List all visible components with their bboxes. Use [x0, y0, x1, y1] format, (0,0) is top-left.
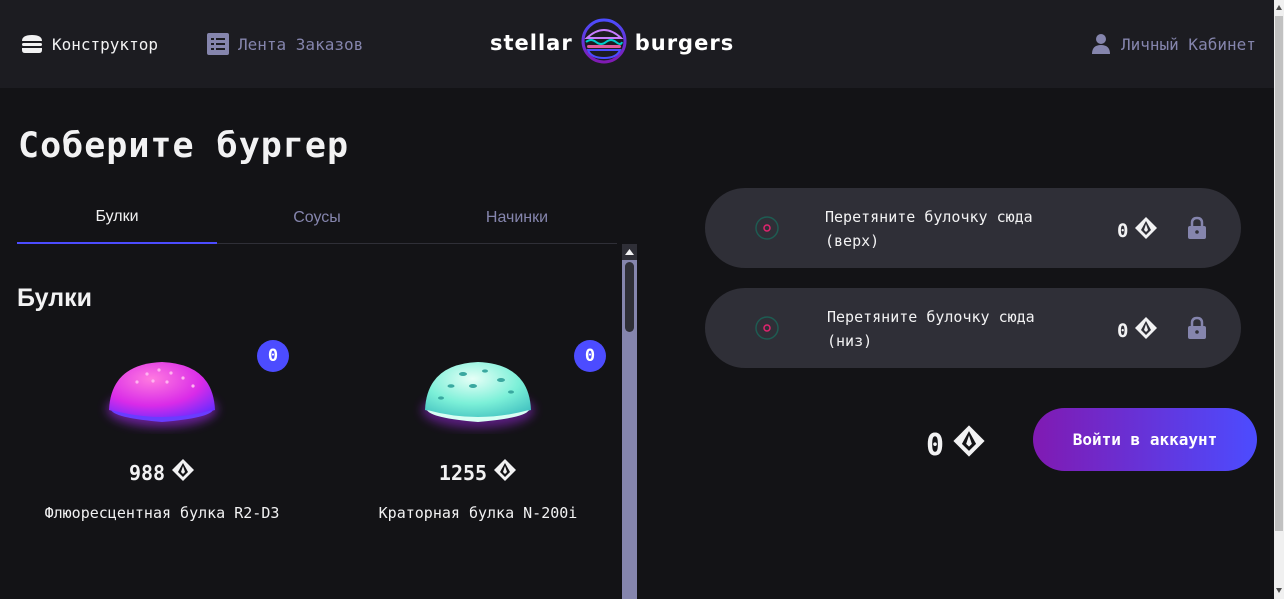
logo-burger-icon — [581, 18, 627, 68]
logo-text-left: stellar — [490, 31, 573, 55]
drop-zone-line1: Перетяните булочку сюда — [827, 308, 1035, 326]
logo[interactable]: stellar burgers — [490, 18, 782, 68]
nav-constructor[interactable]: Конструктор — [20, 0, 158, 88]
slot-price: 0 — [1117, 216, 1158, 245]
drop-zone-line1: Перетяните булочку сюда — [825, 208, 1033, 226]
bun-drop-zone-top[interactable]: Перетяните булочку сюда (верх) 0 — [705, 188, 1241, 268]
order-total: 0 — [926, 424, 986, 466]
ingredient-name: Краторная булка N-200i — [378, 504, 578, 522]
currency-icon — [1134, 216, 1158, 245]
scroll-up-arrow[interactable] — [622, 244, 637, 260]
lock-icon — [1185, 316, 1209, 344]
slot-price: 0 — [1117, 316, 1158, 345]
logo-text-right: burgers — [634, 31, 735, 55]
total-value: 0 — [926, 427, 945, 463]
price-value: 988 — [128, 460, 166, 485]
ingredient-counter: 0 — [574, 340, 606, 372]
ingredient-name: Флюоресцентная булка R2-D3 — [44, 504, 280, 522]
drop-zone-line2: (низ) — [827, 332, 873, 350]
ingredient-price: 988 — [17, 458, 307, 487]
nav-order-feed-label: Лента Заказов — [238, 34, 364, 54]
ingredient-card[interactable]: 0 988 Флюоресцентная булка R2-D3 — [17, 340, 307, 540]
page-scroll-down-arrow[interactable] — [1276, 588, 1282, 594]
currency-icon — [952, 424, 986, 466]
bun-crater-image — [422, 362, 534, 428]
nav-constructor-label: Конструктор — [52, 34, 158, 54]
page-scroll-up-arrow[interactable] — [1276, 4, 1282, 10]
tab-buns[interactable]: Булки — [17, 192, 217, 244]
ingredient-tabs: Булки Соусы Начинки — [17, 192, 617, 244]
bun-fluorescent-image — [107, 362, 217, 427]
ingredients-list[interactable]: Булки 0 988 Флюоресцентная булка R2-D3 0… — [17, 244, 621, 599]
ingredient-counter: 0 — [257, 340, 289, 372]
page-title: Соберите бургер — [18, 126, 350, 166]
app-header: Конструктор Лента Заказов stellar burger… — [0, 0, 1284, 88]
scroll-thumb[interactable] — [625, 262, 634, 332]
page-scrollbar-thumb[interactable] — [1275, 16, 1283, 531]
price-value: 1255 — [438, 460, 488, 485]
nav-order-feed[interactable]: Лента Заказов — [206, 0, 363, 88]
drop-zone-text: Перетяните булочку сюда (верх) — [825, 205, 1065, 253]
currency-icon — [171, 458, 195, 487]
lock-icon — [1185, 216, 1209, 244]
currency-icon — [493, 458, 517, 487]
slot-price-value: 0 — [1117, 219, 1129, 242]
ingredient-card[interactable]: 0 1255 Краторная булка N-200i — [333, 340, 621, 540]
tab-fillings[interactable]: Начинки — [417, 192, 617, 244]
profile-icon — [1089, 32, 1113, 56]
section-title-buns: Булки — [17, 284, 92, 312]
login-button[interactable]: Войти в аккаунт — [1033, 408, 1257, 471]
nav-profile-label: Личный Кабинет — [1121, 34, 1256, 54]
tab-sauces[interactable]: Соусы — [217, 192, 417, 244]
list-icon — [206, 32, 230, 56]
drop-zone-text: Перетяните булочку сюда (низ) — [827, 305, 1067, 353]
drop-zone-line2: (верх) — [825, 232, 880, 250]
bun-placeholder-icon — [755, 316, 779, 340]
ingredients-scrollbar[interactable] — [622, 244, 637, 599]
bun-drop-zone-bottom[interactable]: Перетяните булочку сюда (низ) 0 — [705, 288, 1241, 368]
burger-icon — [20, 32, 44, 56]
currency-icon — [1134, 316, 1158, 345]
ingredient-price: 1255 — [333, 458, 621, 487]
nav-profile[interactable]: Личный Кабинет — [1089, 0, 1256, 88]
bun-placeholder-icon — [755, 216, 779, 240]
slot-price-value: 0 — [1117, 319, 1129, 342]
